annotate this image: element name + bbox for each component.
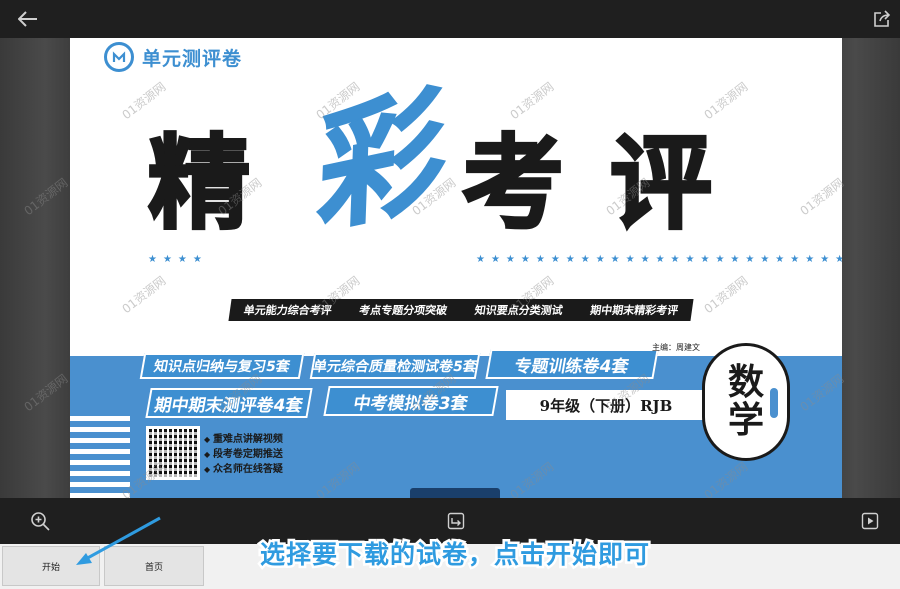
- slideshow-icon: [861, 512, 879, 530]
- feature-item: 知识要点分类测试: [473, 304, 564, 317]
- title-char-2: 彩: [290, 73, 451, 252]
- author: 主编：周建文: [652, 343, 700, 352]
- rotate-button[interactable]: [444, 509, 468, 533]
- back-button[interactable]: [14, 5, 42, 33]
- zoom-in-button[interactable]: [28, 509, 52, 533]
- feature-item: 考点专题分项突破: [358, 304, 449, 317]
- bullet-item: 段考卷定期推送: [204, 447, 283, 462]
- content-tag: 专题训练卷4套: [485, 349, 659, 379]
- instruction-text: 选择要下载的试卷，点击开始即可: [257, 538, 651, 572]
- feature-item: 单元能力综合考评: [242, 304, 333, 317]
- qr-code-icon: [146, 426, 200, 480]
- title-char-3: 考: [461, 125, 566, 244]
- brand: 单元测评卷: [104, 42, 242, 72]
- subject-char: 学: [727, 399, 764, 441]
- zoom-in-icon: [31, 512, 50, 531]
- publisher-logo: [410, 488, 500, 498]
- slideshow-button[interactable]: [858, 509, 882, 533]
- bullet-item: 众名师在线答疑: [204, 462, 283, 477]
- title-char-1: 精: [147, 125, 252, 244]
- stars-right: ★★★★★★★★★★★★★★★★★★★★★★★★★★★★★★★★★★: [476, 254, 842, 265]
- feature-item: 期中期末精彩考评: [589, 304, 680, 317]
- cover-page: 单元测评卷 精 彩 考 评 ★★★★ ★★★★★★★★★★★★★★★★★★★★★…: [70, 38, 842, 498]
- brand-name: 单元测评卷: [142, 47, 243, 70]
- grade-label: 9年级（下册）RJB: [506, 390, 706, 420]
- arrow-left-icon: [18, 11, 37, 27]
- bullet-item: 重难点讲解视频: [204, 432, 283, 447]
- title-char-4: 评: [609, 125, 714, 244]
- subject-char: 数: [727, 361, 764, 404]
- rotate-icon: [447, 512, 465, 530]
- feature-strip: 单元能力综合考评 考点专题分项突破 知识要点分类测试 期中期末精彩考评: [228, 299, 694, 321]
- annotation-arrow-icon: [76, 516, 161, 565]
- stripe-decoration: [70, 416, 130, 498]
- content-tag: 期中期末测评卷4套: [145, 388, 313, 418]
- share-icon: [874, 10, 891, 27]
- brand-logo-icon: [104, 42, 134, 72]
- watermark: 01资源网: [21, 175, 71, 219]
- content-tag: 单元综合质量检测试卷5套: [309, 353, 481, 379]
- watermark: 01资源网: [21, 371, 71, 415]
- content-tag: 中考模拟卷3套: [323, 386, 499, 416]
- share-button[interactable]: [868, 5, 896, 33]
- top-bar: [0, 0, 900, 38]
- document-viewer[interactable]: 单元测评卷 精 彩 考 评 ★★★★ ★★★★★★★★★★★★★★★★★★★★★…: [0, 38, 900, 498]
- content-tag: 知识点归纳与复习5套: [139, 353, 305, 379]
- bullet-list: 重难点讲解视频 段考卷定期推送 众名师在线答疑: [204, 432, 283, 477]
- subject-bar: [770, 388, 778, 418]
- stars-left: ★★★★: [148, 254, 208, 265]
